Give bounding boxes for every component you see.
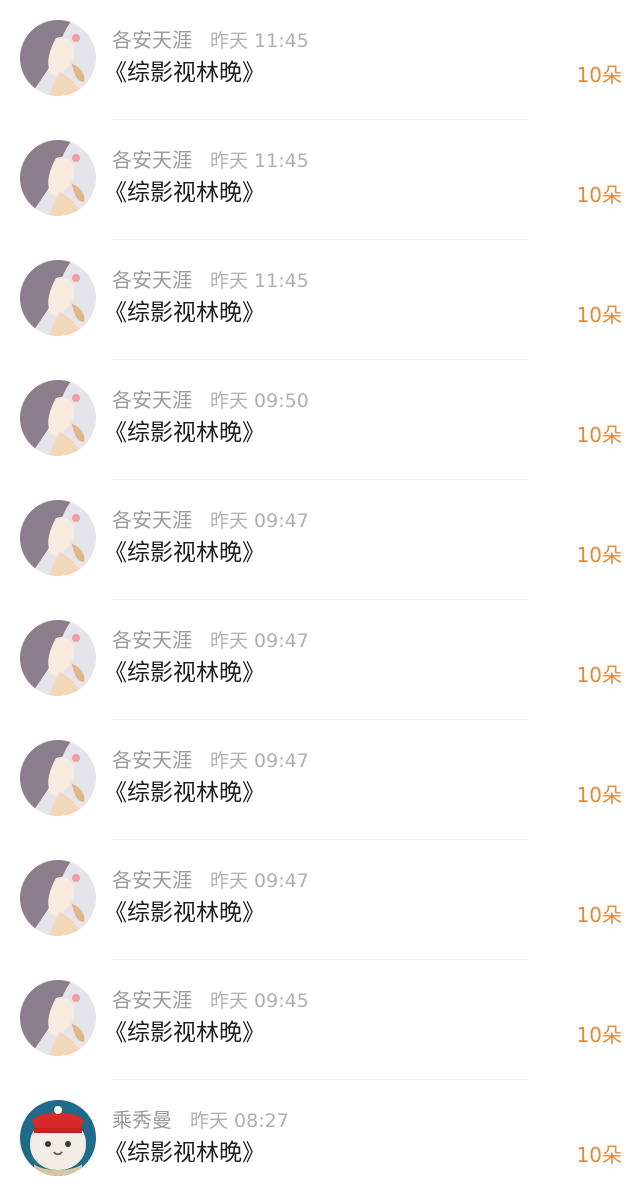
list-item[interactable]: 各安天涯 昨天 09:45 《综影视林晚》 10朵 <box>0 960 640 1080</box>
meta-line: 各安天涯 昨天 11:45 <box>112 146 309 174</box>
anime-girl-icon <box>20 500 96 576</box>
username: 各安天涯 <box>112 268 192 292</box>
anime-girl-icon <box>20 980 96 1056</box>
timestamp: 昨天 11:45 <box>210 30 309 52</box>
list-item[interactable]: 各安天涯 昨天 11:45 《综影视林晚》 10朵 <box>0 240 640 360</box>
meta-line: 各安天涯 昨天 09:47 <box>112 506 309 534</box>
username: 各安天涯 <box>112 748 192 772</box>
book-title: 《综影视林晚》 <box>104 420 265 446</box>
meta-line: 各安天涯 昨天 09:50 <box>112 386 309 414</box>
meta-line: 各安天涯 昨天 11:45 <box>112 266 309 294</box>
flower-count: 10朵 <box>576 1023 622 1047</box>
book-title: 《综影视林晚》 <box>104 780 265 806</box>
list-item[interactable]: 各安天涯 昨天 09:47 《综影视林晚》 10朵 <box>0 480 640 600</box>
username: 各安天涯 <box>112 868 192 892</box>
book-title: 《综影视林晚》 <box>104 300 265 326</box>
user-avatar[interactable] <box>20 740 96 816</box>
timestamp: 昨天 09:47 <box>210 630 309 652</box>
flower-count: 10朵 <box>576 303 622 327</box>
timestamp: 昨天 08:27 <box>190 1110 289 1132</box>
username: 各安天涯 <box>112 388 192 412</box>
gift-list: 各安天涯 昨天 11:45 《综影视林晚》 10朵 各安天涯 昨天 11:45 《综… <box>0 0 640 1201</box>
timestamp: 昨天 09:47 <box>210 870 309 892</box>
flower-count: 10朵 <box>576 1143 622 1167</box>
anime-girl-icon <box>20 740 96 816</box>
timestamp: 昨天 09:47 <box>210 750 309 772</box>
user-avatar[interactable] <box>20 20 96 96</box>
meta-line: 乘秀曼 昨天 08:27 <box>112 1106 289 1134</box>
user-avatar[interactable] <box>20 980 96 1056</box>
anime-girl-icon <box>20 140 96 216</box>
username: 各安天涯 <box>112 148 192 172</box>
anime-girl-icon <box>20 620 96 696</box>
list-item[interactable]: 各安天涯 昨天 09:47 《综影视林晚》 10朵 <box>0 840 640 960</box>
book-title: 《综影视林晚》 <box>104 180 265 206</box>
meta-line: 各安天涯 昨天 09:47 <box>112 626 309 654</box>
username: 乘秀曼 <box>112 1108 172 1132</box>
username: 各安天涯 <box>112 28 192 52</box>
flower-count: 10朵 <box>576 783 622 807</box>
meta-line: 各安天涯 昨天 09:47 <box>112 866 309 894</box>
user-avatar[interactable] <box>20 860 96 936</box>
flower-count: 10朵 <box>576 63 622 87</box>
cat-red-hat-icon <box>20 1100 96 1176</box>
timestamp: 昨天 11:45 <box>210 270 309 292</box>
timestamp: 昨天 09:47 <box>210 510 309 532</box>
user-avatar[interactable] <box>20 260 96 336</box>
book-title: 《综影视林晚》 <box>104 1020 265 1046</box>
username: 各安天涯 <box>112 628 192 652</box>
book-title: 《综影视林晚》 <box>104 900 265 926</box>
anime-girl-icon <box>20 860 96 936</box>
book-title: 《综影视林晚》 <box>104 60 265 86</box>
book-title: 《综影视林晚》 <box>104 540 265 566</box>
timestamp: 昨天 09:50 <box>210 390 309 412</box>
flower-count: 10朵 <box>576 903 622 927</box>
anime-girl-icon <box>20 260 96 336</box>
anime-girl-icon <box>20 20 96 96</box>
book-title: 《综影视林晚》 <box>104 1140 265 1166</box>
meta-line: 各安天涯 昨天 11:45 <box>112 26 309 54</box>
user-avatar[interactable] <box>20 500 96 576</box>
user-avatar[interactable] <box>20 140 96 216</box>
book-title: 《综影视林晚》 <box>104 660 265 686</box>
list-item[interactable]: 各安天涯 昨天 11:45 《综影视林晚》 10朵 <box>0 120 640 240</box>
flower-count: 10朵 <box>576 663 622 687</box>
user-avatar[interactable] <box>20 620 96 696</box>
list-item[interactable]: 各安天涯 昨天 09:50 《综影视林晚》 10朵 <box>0 360 640 480</box>
username: 各安天涯 <box>112 508 192 532</box>
anime-girl-icon <box>20 380 96 456</box>
timestamp: 昨天 09:45 <box>210 990 309 1012</box>
flower-count: 10朵 <box>576 423 622 447</box>
meta-line: 各安天涯 昨天 09:47 <box>112 746 309 774</box>
list-item[interactable]: 乘秀曼 昨天 08:27 《综影视林晚》 10朵 <box>0 1080 640 1200</box>
timestamp: 昨天 11:45 <box>210 150 309 172</box>
flower-count: 10朵 <box>576 183 622 207</box>
flower-count: 10朵 <box>576 543 622 567</box>
username: 各安天涯 <box>112 988 192 1012</box>
user-avatar[interactable] <box>20 380 96 456</box>
list-item[interactable]: 各安天涯 昨天 09:47 《综影视林晚》 10朵 <box>0 720 640 840</box>
meta-line: 各安天涯 昨天 09:45 <box>112 986 309 1014</box>
list-item[interactable]: 各安天涯 昨天 09:47 《综影视林晚》 10朵 <box>0 600 640 720</box>
list-item[interactable]: 各安天涯 昨天 11:45 《综影视林晚》 10朵 <box>0 0 640 120</box>
user-avatar[interactable] <box>20 1100 96 1176</box>
